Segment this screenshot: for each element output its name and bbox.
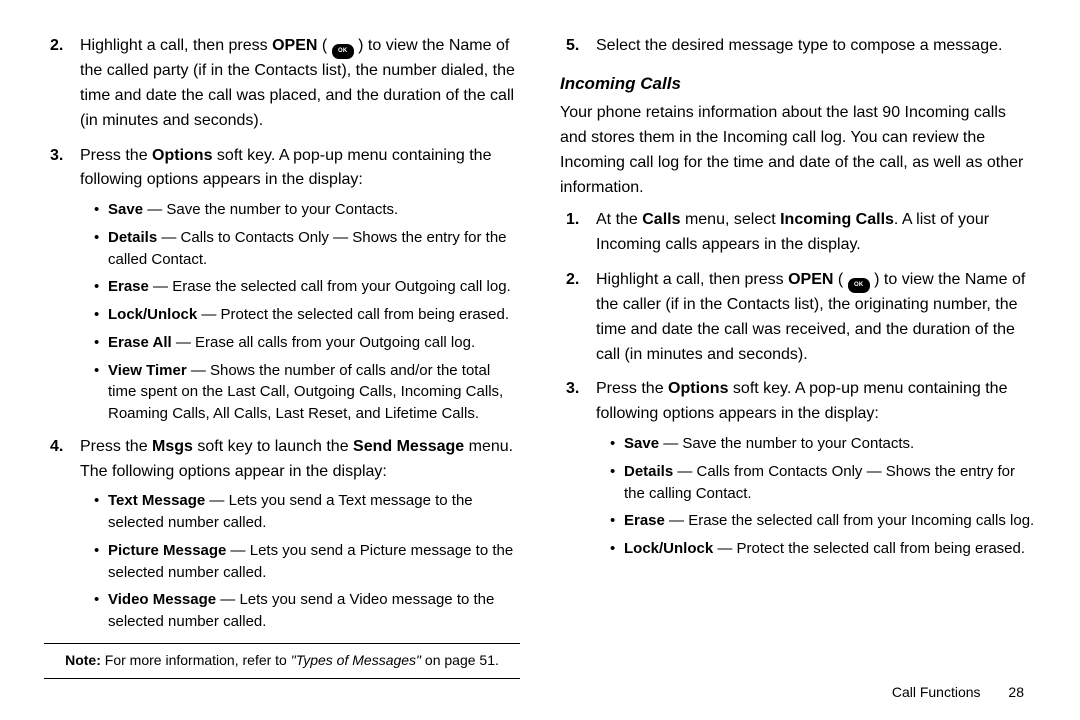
- inc-step-2: 2. Highlight a call, then press OPEN ( O…: [560, 268, 1036, 368]
- incoming-calls-heading: Incoming Calls: [560, 71, 1036, 97]
- list-item: Details — Calls to Contacts Only — Shows…: [94, 227, 520, 271]
- footer-page-number: 28: [1008, 684, 1024, 700]
- inc-step-1: 1. At the Calls menu, select Incoming Ca…: [560, 208, 1036, 258]
- note-label: Note:: [65, 652, 101, 668]
- list-item: Save — Save the number to your Contacts.: [94, 199, 520, 221]
- step-text: Press the Options soft key. A pop-up men…: [80, 147, 491, 189]
- step-text: Press the Options soft key. A pop-up men…: [596, 380, 1007, 422]
- msgs-list: Text Message — Lets you send a Text mess…: [80, 490, 520, 633]
- note-block: Note: For more information, refer to "Ty…: [44, 643, 520, 679]
- list-item: Save — Save the number to your Contacts.: [610, 433, 1036, 455]
- list-item: Lock/Unlock — Protect the selected call …: [94, 304, 520, 326]
- step-3: 3. Press the Options soft key. A pop-up …: [44, 144, 520, 425]
- list-item: Erase — Erase the selected call from you…: [610, 510, 1036, 532]
- manual-page: 2. Highlight a call, then press OPEN ( O…: [0, 0, 1080, 720]
- list-item: Lock/Unlock — Protect the selected call …: [610, 538, 1036, 560]
- ok-key-icon: OK: [848, 278, 870, 293]
- incoming-intro: Your phone retains information about the…: [560, 101, 1036, 200]
- list-item: Erase All — Erase all calls from your Ou…: [94, 332, 520, 354]
- inc-step-3: 3. Press the Options soft key. A pop-up …: [560, 377, 1036, 559]
- step-number: 1.: [566, 208, 579, 233]
- list-item: Text Message — Lets you send a Text mess…: [94, 490, 520, 534]
- list-item: Video Message — Lets you send a Video me…: [94, 589, 520, 633]
- list-item: Erase — Erase the selected call from you…: [94, 276, 520, 298]
- step-text: At the Calls menu, select Incoming Calls…: [596, 211, 989, 253]
- list-item: View Timer — Shows the number of calls a…: [94, 360, 520, 425]
- steps-incoming: 1. At the Calls menu, select Incoming Ca…: [560, 208, 1036, 559]
- step-number: 2.: [566, 268, 579, 293]
- step-number: 4.: [50, 435, 63, 460]
- step-text: Highlight a call, then press OPEN ( OK )…: [80, 37, 515, 129]
- step-5: 5. Select the desired message type to co…: [560, 34, 1036, 59]
- step-number: 5.: [566, 34, 579, 59]
- step-5-list: 5. Select the desired message type to co…: [560, 34, 1036, 59]
- step-number: 3.: [566, 377, 579, 402]
- step-2: 2. Highlight a call, then press OPEN ( O…: [44, 34, 520, 134]
- list-item: Details — Calls from Contacts Only — Sho…: [610, 461, 1036, 505]
- steps-left: 2. Highlight a call, then press OPEN ( O…: [44, 34, 520, 633]
- step-text: Highlight a call, then press OPEN ( OK )…: [596, 271, 1025, 363]
- list-item: Picture Message — Lets you send a Pictur…: [94, 540, 520, 584]
- step-number: 3.: [50, 144, 63, 169]
- ok-key-icon: OK: [332, 44, 354, 59]
- page-footer: Call Functions 28: [892, 684, 1024, 700]
- step-text: Select the desired message type to compo…: [596, 37, 1002, 54]
- step-text: Press the Msgs soft key to launch the Se…: [80, 438, 513, 480]
- incoming-options-list: Save — Save the number to your Contacts.…: [596, 433, 1036, 560]
- step-4: 4. Press the Msgs soft key to launch the…: [44, 435, 520, 633]
- step-number: 2.: [50, 34, 63, 59]
- footer-section: Call Functions: [892, 684, 981, 700]
- options-list: Save — Save the number to your Contacts.…: [80, 199, 520, 425]
